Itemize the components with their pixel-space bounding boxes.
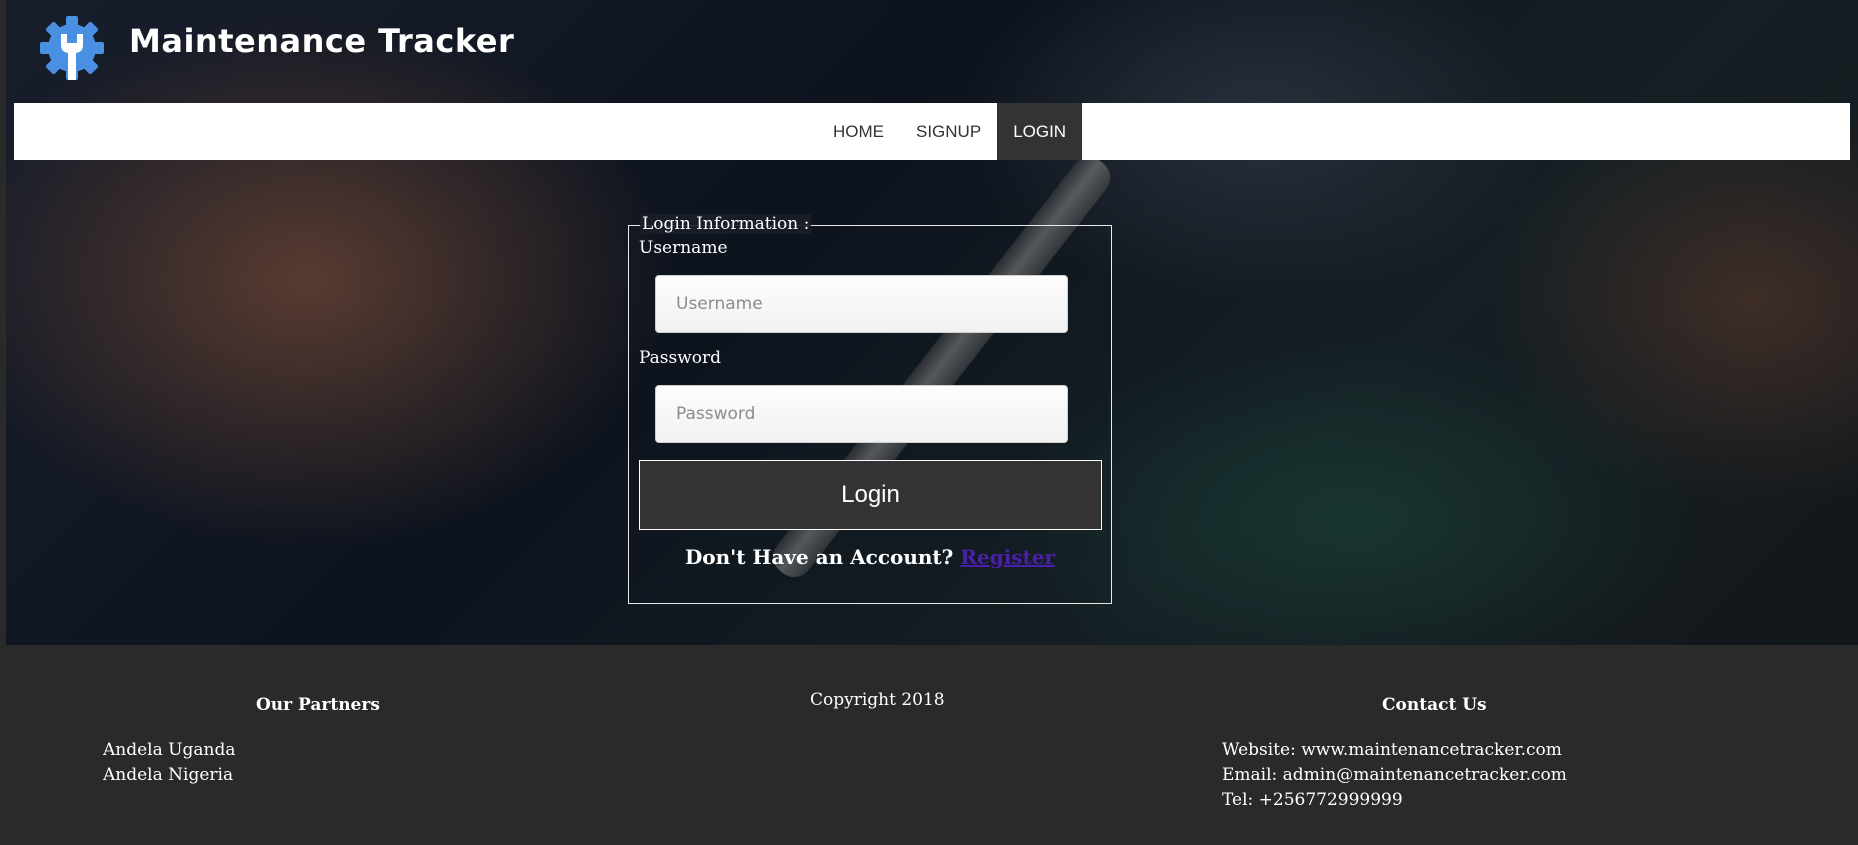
username-input[interactable] — [655, 275, 1068, 333]
partner-item: Andela Nigeria — [103, 765, 234, 785]
register-prompt-line: Don't Have an Account? Register — [628, 545, 1112, 569]
nav-login[interactable]: LOGIN — [997, 103, 1083, 160]
copyright-text: Copyright 2018 — [810, 690, 945, 710]
username-label: Username — [639, 238, 728, 258]
contact-tel: Tel: +256772999999 — [1222, 790, 1403, 810]
contact-heading: Contact Us — [1382, 695, 1487, 715]
footer: Our Partners Andela Uganda Andela Nigeri… — [14, 645, 1850, 845]
login-button[interactable]: Login — [639, 460, 1102, 530]
top-navbar: HOME SIGNUP LOGIN — [14, 103, 1850, 160]
partners-heading: Our Partners — [256, 695, 380, 715]
partner-item: Andela Uganda — [103, 740, 236, 760]
password-input[interactable] — [655, 385, 1068, 443]
partners-list: Andela Uganda Andela Nigeria — [103, 738, 235, 788]
register-prompt-text: Don't Have an Account? — [684, 545, 954, 569]
password-label: Password — [639, 348, 722, 368]
contact-website: Website: www.maintenancetracker.com — [1222, 740, 1562, 760]
register-link[interactable]: Register — [960, 545, 1055, 569]
login-legend: Login Information : — [640, 214, 812, 234]
contact-email: Email: admin@maintenancetracker.com — [1222, 765, 1567, 785]
app-title: Maintenance Tracker — [129, 22, 515, 60]
nav-signup[interactable]: SIGNUP — [900, 103, 997, 160]
nav-menu: HOME SIGNUP LOGIN — [817, 103, 1083, 160]
contact-list: Website: www.maintenancetracker.com Emai… — [1222, 738, 1567, 813]
gear-wrench-icon[interactable] — [36, 12, 108, 84]
nav-home[interactable]: HOME — [817, 103, 900, 160]
